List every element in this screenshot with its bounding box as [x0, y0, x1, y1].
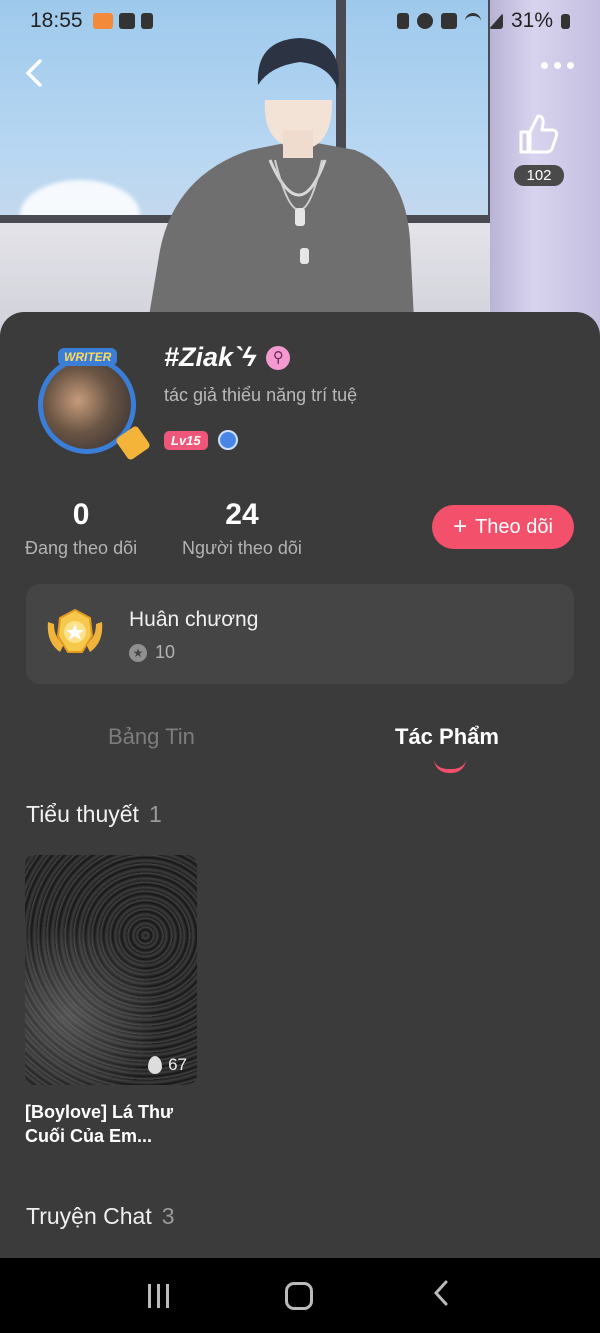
chat-stories-count: 3 — [161, 1203, 175, 1229]
thumbs-up-icon — [519, 114, 559, 154]
system-navigation-bar — [0, 1258, 600, 1333]
more-options-button[interactable] — [541, 62, 574, 69]
screen-record-icon — [92, 13, 113, 29]
profile-panel: WRITER #Ziak`ϟ ⚲ tác giả thiểu năng trí … — [0, 312, 600, 1262]
dot-icon — [554, 62, 561, 69]
view-count-value: 67 — [168, 1055, 187, 1074]
battery-icon — [561, 13, 570, 29]
followers-stat[interactable]: 24 Người theo dõi — [182, 498, 302, 559]
wifi-icon — [464, 13, 481, 29]
chevron-left-icon — [25, 59, 42, 87]
clock-icon — [416, 13, 433, 29]
profile-badges: Lv15 — [164, 430, 238, 450]
profile-name-row: #Ziak`ϟ ⚲ — [164, 342, 291, 373]
status-bar: 18:55 31% — [0, 0, 600, 42]
star-icon: ★ — [129, 643, 147, 662]
novel-cover[interactable]: 67 — [25, 855, 197, 1085]
gender-icon: ⚲ — [266, 345, 291, 370]
followers-count: 24 — [225, 498, 259, 531]
medal-count: 10 — [155, 642, 176, 662]
recent-apps-button[interactable] — [148, 1283, 170, 1308]
chevron-left-icon — [433, 1280, 448, 1305]
medal-count-row: ★ 10 — [129, 642, 175, 663]
novels-count: 1 — [148, 801, 162, 827]
tab-news-feed[interactable]: Bảng Tin — [108, 724, 195, 750]
medal-icon — [47, 608, 103, 653]
verified-shield-icon[interactable] — [217, 430, 238, 450]
view-count: 67 — [148, 1055, 187, 1075]
profile-name: #Ziak`ϟ — [164, 342, 257, 372]
active-tab-indicator — [434, 759, 466, 773]
profile-bio: tác giả thiểu năng trí tuệ — [164, 385, 358, 405]
chat-stories-section-title: Truyện Chat — [26, 1203, 152, 1229]
like-button[interactable]: 102 — [512, 110, 566, 186]
tab-works[interactable]: Tác Phẩm — [395, 724, 499, 750]
back-button[interactable] — [20, 58, 54, 92]
chat-stories-section-header: Truyện Chat 3 — [26, 1203, 175, 1230]
followers-label: Người theo dõi — [182, 538, 302, 558]
writer-badge: WRITER — [58, 348, 118, 366]
sd-card-icon — [140, 13, 153, 29]
level-badge: Lv15 — [164, 430, 208, 450]
following-stat[interactable]: 0 Đang theo dõi — [25, 498, 137, 559]
follow-button-label: Theo dõi — [475, 515, 553, 538]
dot-icon — [567, 62, 574, 69]
flame-icon — [148, 1056, 163, 1074]
mute-icon — [440, 13, 457, 29]
novel-title[interactable]: [Boylove] Lá Thư Cuối Của Em... — [25, 1100, 205, 1148]
novels-section-header: Tiểu thuyết 1 — [26, 801, 162, 828]
dot-icon — [541, 62, 548, 69]
medal-title: Huân chương — [129, 608, 259, 631]
profile-cover-image — [0, 0, 600, 340]
follow-button[interactable]: + Theo dõi — [432, 505, 574, 549]
cover-art — [25, 855, 197, 1085]
plus-icon: + — [453, 513, 468, 540]
home-button[interactable] — [285, 1281, 314, 1310]
battery-percent: 31% — [510, 9, 553, 32]
novels-section-title: Tiểu thuyết — [26, 801, 139, 827]
alarm-icon — [396, 13, 409, 29]
status-time: 18:55 — [30, 9, 83, 32]
medal-card[interactable]: Huân chương ★ 10 — [26, 584, 574, 684]
following-label: Đang theo dõi — [25, 538, 138, 558]
signal-icon — [488, 13, 503, 29]
like-count: 102 — [514, 165, 564, 186]
following-count: 0 — [72, 498, 90, 531]
character-illustration — [145, 38, 415, 340]
avatar[interactable]: WRITER — [28, 346, 152, 466]
system-back-button[interactable] — [430, 1278, 452, 1314]
checkbox-notification-icon — [118, 13, 135, 29]
